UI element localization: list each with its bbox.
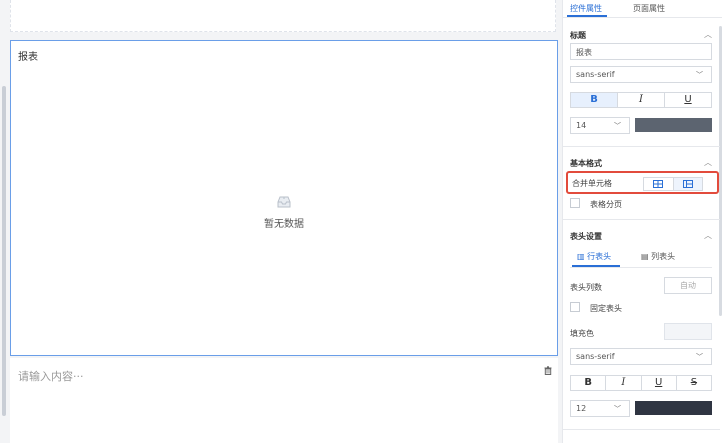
title-style-buttons: B I U	[570, 92, 712, 108]
fill-color-swatch[interactable]	[664, 323, 712, 340]
header-font-select[interactable]: sans-serif ﹀	[570, 348, 712, 365]
header-font-size-value: 12	[576, 404, 587, 413]
header-font-size-select[interactable]: 12 ﹀	[570, 400, 630, 417]
header-column-count-label: 表头列数	[570, 283, 602, 292]
tab-page-properties[interactable]: 页面属性	[633, 3, 665, 14]
title-font-size-select[interactable]: 14 ﹀	[570, 117, 630, 134]
table-paging-checkbox[interactable]	[570, 198, 580, 208]
table-grid-icon	[653, 180, 664, 188]
fixed-header-checkbox[interactable]	[570, 302, 580, 312]
chevron-up-icon[interactable]: ︿	[704, 157, 712, 168]
tab-widget-properties[interactable]: 控件属性	[570, 3, 602, 14]
italic-button[interactable]: I	[606, 376, 642, 390]
basic-format-heading: 基本格式	[570, 159, 602, 168]
header-font-value: sans-serif	[576, 352, 615, 361]
app-root: 报表 暂无数据 请输入内容··· 控件属性 页面属性 标题 ︿ 报表 sans-…	[0, 0, 722, 443]
italic-button[interactable]: I	[618, 93, 665, 107]
header-column-count-input[interactable]: 自动	[664, 277, 712, 294]
header-settings-heading: 表头设置	[570, 232, 602, 241]
bold-button[interactable]: B	[571, 93, 618, 107]
column-header-label: 列表头	[651, 252, 676, 261]
text-widget-placeholder[interactable]: 请输入内容···	[18, 368, 84, 384]
title-font-size-value: 14	[576, 121, 587, 130]
chevron-up-icon[interactable]: ︿	[704, 29, 712, 40]
empty-inbox-icon	[277, 196, 291, 208]
top-placeholder-block[interactable]	[10, 0, 556, 32]
strikethrough-button[interactable]: S	[677, 376, 711, 390]
tab-row-header[interactable]: ▥ 行表头	[577, 251, 611, 262]
merge-row-button[interactable]	[644, 178, 674, 190]
section-divider	[563, 146, 720, 147]
merge-cells-label: 合并单元格	[572, 179, 612, 188]
chevron-down-icon: ﹀	[696, 353, 703, 361]
report-title: 报表	[18, 52, 38, 63]
merge-cells-buttons	[643, 177, 703, 191]
header-color-swatch[interactable]	[635, 401, 712, 415]
underline-button[interactable]: U	[642, 376, 677, 390]
empty-state: 暂无数据	[11, 195, 557, 230]
header-style-buttons: B I U S	[570, 375, 712, 391]
section-divider	[563, 219, 720, 220]
bold-button[interactable]: B	[571, 376, 607, 390]
trash-icon[interactable]	[544, 366, 552, 375]
merge-cells-highlight: 合并单元格	[566, 171, 719, 194]
table-paging-label: 表格分页	[590, 200, 622, 209]
title-font-select[interactable]: sans-serif ﹀	[570, 66, 712, 83]
chevron-up-icon[interactable]: ︿	[704, 230, 712, 241]
report-widget[interactable]: 报表 暂无数据	[10, 40, 558, 356]
text-widget[interactable]: 请输入内容···	[10, 358, 558, 443]
row-header-icon: ▥	[577, 252, 585, 261]
title-section-heading: 标题	[570, 31, 586, 40]
table-columns-icon	[682, 180, 693, 188]
section-divider	[563, 429, 720, 430]
sub-tab-divider	[570, 267, 712, 268]
underline-button[interactable]: U	[665, 93, 711, 107]
title-font-value: sans-serif	[576, 70, 615, 79]
canvas-scrollbar[interactable]	[2, 86, 6, 416]
chevron-down-icon: ﹀	[614, 405, 621, 413]
active-tab-underline	[567, 15, 607, 17]
empty-state-text: 暂无数据	[264, 219, 304, 230]
fill-color-label: 填充色	[570, 329, 594, 338]
fixed-header-label: 固定表头	[590, 304, 622, 313]
chevron-down-icon: ﹀	[614, 122, 621, 130]
property-tabs: 控件属性 页面属性	[563, 0, 722, 18]
merge-column-button[interactable]	[673, 178, 702, 190]
tab-column-header[interactable]: ▤ 列表头	[641, 251, 675, 262]
chevron-down-icon: ﹀	[696, 71, 703, 79]
design-canvas: 报表 暂无数据 请输入内容···	[0, 0, 562, 443]
row-header-label: 行表头	[587, 252, 612, 261]
property-panel: 控件属性 页面属性 标题 ︿ 报表 sans-serif ﹀ B I U 14 …	[562, 0, 722, 443]
column-header-icon: ▤	[641, 252, 649, 261]
title-input[interactable]: 报表	[570, 43, 712, 60]
title-color-swatch[interactable]	[635, 118, 712, 132]
active-sub-tab-underline	[572, 265, 620, 267]
title-input-value: 报表	[576, 48, 592, 57]
